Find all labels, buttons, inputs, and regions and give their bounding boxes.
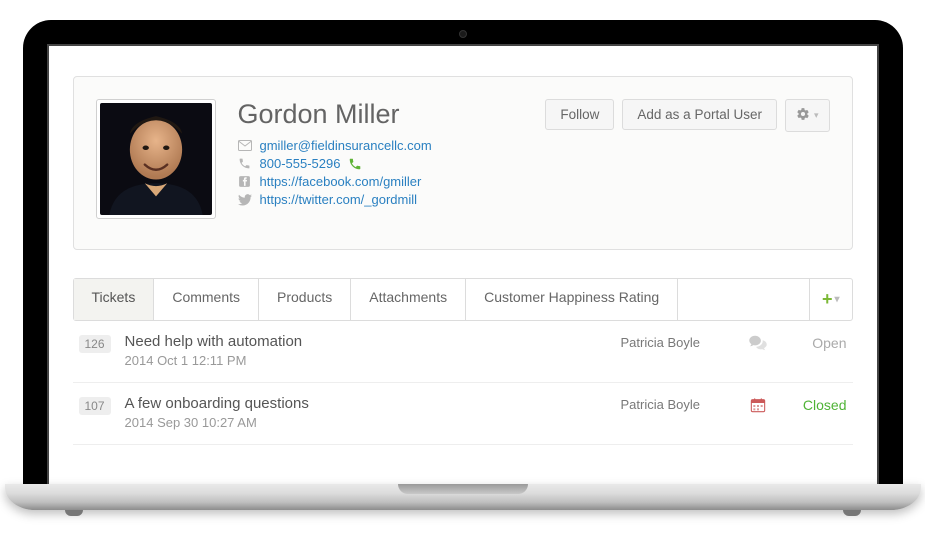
add-portal-user-button[interactable]: Add as a Portal User: [622, 99, 777, 130]
chevron-down-icon: ▾: [814, 110, 819, 121]
call-icon[interactable]: [348, 157, 362, 171]
chevron-down-icon: ▾: [834, 294, 839, 305]
app-viewport: Gordon Miller gmiller@fieldinsurancellc.…: [47, 44, 879, 484]
gear-icon: [796, 107, 810, 124]
chat-icon: [745, 333, 771, 351]
twitter-link[interactable]: https://twitter.com/_gordmill: [260, 192, 418, 207]
ticket-row[interactable]: 107 A few onboarding questions 2014 Sep 30…: [73, 383, 853, 445]
ticket-status: Open: [785, 333, 847, 351]
ticket-date: 2014 Oct 1 12:11 PM: [125, 353, 607, 368]
phone-link[interactable]: 800-555-5296: [260, 156, 341, 171]
plus-icon: +: [822, 289, 833, 310]
ticket-id-badge: 126: [79, 335, 111, 353]
avatar[interactable]: [96, 99, 216, 219]
tabs-spacer: [678, 279, 809, 320]
calendar-icon: [745, 395, 771, 413]
facebook-link[interactable]: https://facebook.com/gmiller: [260, 174, 422, 189]
tab-comments[interactable]: Comments: [154, 279, 259, 320]
laptop-mockup: Gordon Miller gmiller@fieldinsurancellc.…: [23, 20, 903, 510]
laptop-camera: [459, 30, 467, 38]
contact-facebook-row: https://facebook.com/gmiller: [238, 174, 524, 189]
ticket-row[interactable]: 126 Need help with automation 2014 Oct 1 1…: [73, 321, 853, 383]
ticket-list: 126 Need help with automation 2014 Oct 1 1…: [73, 321, 853, 445]
tab-products[interactable]: Products: [259, 279, 351, 320]
twitter-icon: [238, 193, 252, 207]
mail-icon: [238, 139, 252, 153]
profile-card: Gordon Miller gmiller@fieldinsurancellc.…: [73, 76, 853, 250]
phone-icon: [238, 157, 252, 171]
tab-attachments[interactable]: Attachments: [351, 279, 466, 320]
facebook-icon: [238, 175, 252, 189]
tab-customer-happiness-rating[interactable]: Customer Happiness Rating: [466, 279, 678, 320]
profile-name: Gordon Miller: [238, 99, 524, 130]
ticket-status: Closed: [785, 395, 847, 413]
ticket-main: A few onboarding questions 2014 Sep 30 10…: [125, 395, 607, 430]
settings-menu-button[interactable]: ▾: [785, 99, 830, 132]
email-link[interactable]: gmiller@fieldinsurancellc.com: [260, 138, 432, 153]
ticket-id-badge: 107: [79, 397, 111, 415]
laptop-base: [5, 484, 921, 510]
ticket-date: 2014 Sep 30 10:27 AM: [125, 415, 607, 430]
avatar-container: [96, 99, 216, 219]
contact-email-row: gmiller@fieldinsurancellc.com: [238, 138, 524, 153]
tab-tickets[interactable]: Tickets: [74, 279, 155, 320]
profile-main: Gordon Miller gmiller@fieldinsurancellc.…: [238, 99, 524, 210]
avatar-image: [100, 103, 212, 215]
contact-phone-row: 800-555-5296: [238, 156, 524, 171]
laptop-hinge-notch: [398, 484, 528, 494]
follow-button[interactable]: Follow: [545, 99, 614, 130]
ticket-assignee: Patricia Boyle: [621, 395, 731, 412]
tabs-bar: TicketsCommentsProductsAttachmentsCustom…: [73, 278, 853, 321]
contact-twitter-row: https://twitter.com/_gordmill: [238, 192, 524, 207]
ticket-title: A few onboarding questions: [125, 395, 607, 412]
laptop-bezel: Gordon Miller gmiller@fieldinsurancellc.…: [23, 20, 903, 484]
ticket-main: Need help with automation 2014 Oct 1 12:1…: [125, 333, 607, 368]
profile-actions: Follow Add as a Portal User ▾: [545, 99, 829, 132]
add-tab-button[interactable]: + ▾: [809, 279, 852, 320]
ticket-assignee: Patricia Boyle: [621, 333, 731, 350]
ticket-title: Need help with automation: [125, 333, 607, 350]
